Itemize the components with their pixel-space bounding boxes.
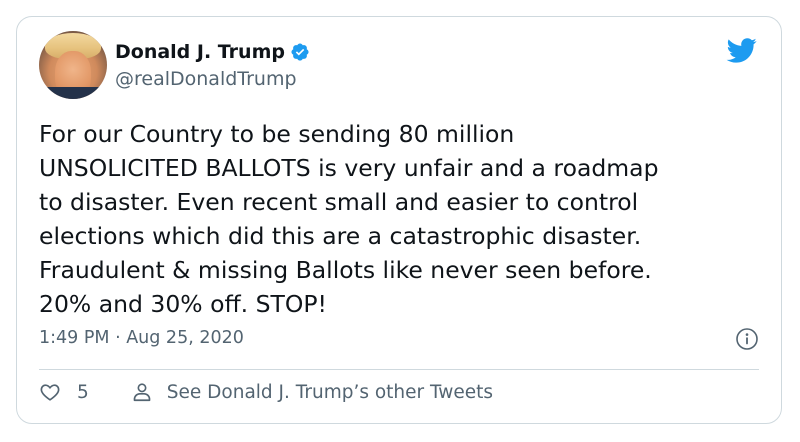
verified-badge-icon [291,43,309,61]
tweet-actions: 5 See Donald J. Trump’s other Tweets [39,381,493,403]
tweet-timestamp[interactable]: 1:49 PM · Aug 25, 2020 [39,328,244,348]
see-other-tweets-label: See Donald J. Trump’s other Tweets [166,381,494,403]
avatar-suit [39,87,107,99]
author-handle[interactable]: @realDonaldTrump [115,68,297,90]
person-icon [133,383,151,402]
see-other-tweets-link[interactable]: See Donald J. Trump’s other Tweets [131,381,493,403]
like-button[interactable]: 5 [39,381,89,403]
actions-divider [39,369,759,370]
like-count: 5 [77,381,89,403]
heart-icon [40,384,60,401]
info-icon[interactable] [735,327,759,351]
author-display-name[interactable]: Donald J. Trump [115,41,285,63]
author-name-row[interactable]: Donald J. Trump [115,41,310,63]
tweet-text: For our Country to be sending 80 million… [39,120,659,318]
tweet-card: Donald J. Trump @realDonaldTrump For our… [16,16,782,424]
avatar[interactable] [39,31,107,99]
twitter-bird-icon[interactable] [725,35,759,65]
